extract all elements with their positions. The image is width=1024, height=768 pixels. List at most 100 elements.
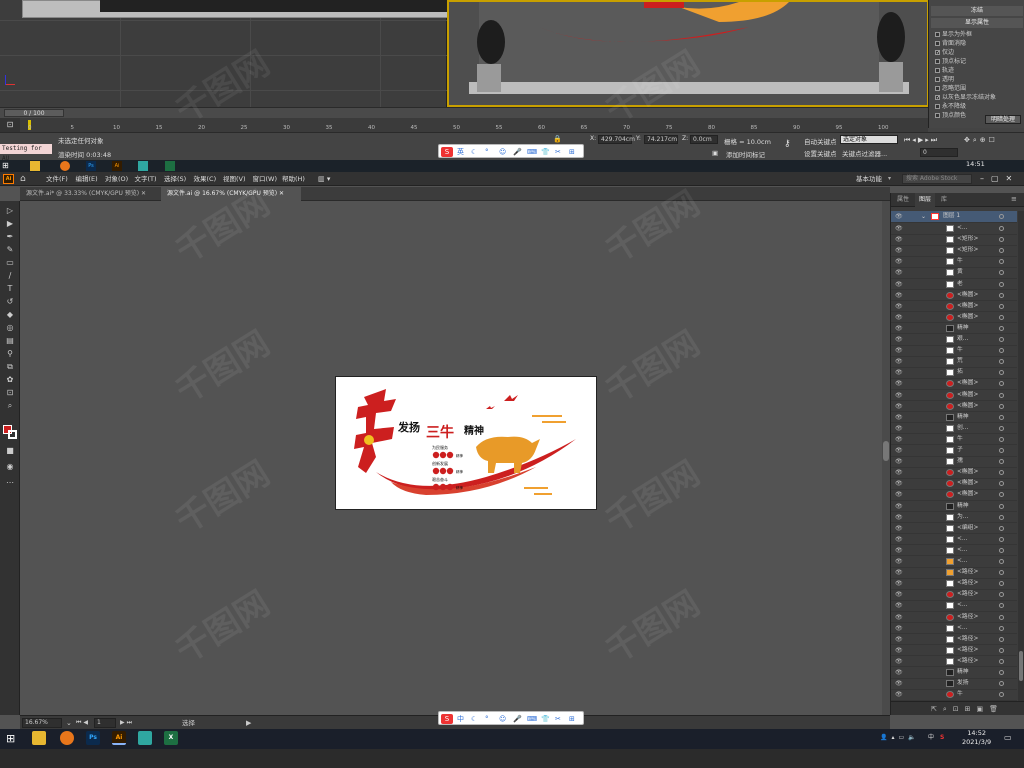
layer-row[interactable]: 👁 <椭圆> (891, 467, 1017, 479)
layer-target-icon[interactable] (999, 559, 1004, 564)
skin-icon[interactable]: 👕 (541, 147, 550, 157)
layer-target-icon[interactable] (999, 348, 1004, 354)
layer-row[interactable]: 👁 <椭圆> (891, 489, 1017, 501)
layer-row[interactable]: 👁 牛 (891, 345, 1017, 357)
browser-icon[interactable] (60, 161, 70, 171)
arrange-docs-icon[interactable]: ▥ ▾ (318, 172, 330, 186)
layer-row[interactable]: 👁 发扬 (891, 678, 1017, 690)
visibility-eye-icon[interactable]: 👁 (895, 290, 903, 301)
layer-target-icon[interactable] (999, 392, 1004, 398)
visibility-eye-icon[interactable]: 👁 (895, 456, 903, 467)
rotate-tool-icon[interactable]: ↺ (4, 296, 16, 307)
warp-tool-icon[interactable]: ◎ (4, 322, 16, 333)
layer-row[interactable]: 👁 <椭圆> (891, 401, 1017, 413)
layer-row[interactable]: 👁 创... (891, 423, 1017, 435)
layer-row[interactable]: 👁 精神 (891, 412, 1017, 424)
gradient-tool-icon[interactable]: ▤ (4, 335, 16, 346)
visibility-eye-icon[interactable]: 👁 (895, 667, 903, 678)
windows-start-icon-bottom[interactable]: ⊞ (6, 732, 15, 746)
draw-mode-icon[interactable]: ◉ (4, 461, 16, 472)
sogou-icon[interactable]: S (441, 147, 453, 157)
maxscript-listener[interactable]: Testing for AU (0, 144, 52, 162)
layer-target-icon[interactable] (999, 359, 1004, 365)
max-viewport-perspective[interactable] (447, 0, 929, 107)
visibility-eye-icon[interactable]: 👁 (895, 467, 903, 478)
moon-icon-bottom[interactable]: ☾ (471, 714, 477, 724)
coord-z-field[interactable]: 0.0cm (690, 135, 718, 144)
rectangle-tool-icon[interactable]: ▭ (4, 257, 16, 268)
layer-target-icon[interactable] (999, 603, 1004, 609)
layer-target-icon[interactable] (999, 414, 1004, 420)
visibility-eye-icon[interactable]: 👁 (895, 345, 903, 356)
layer-target-icon[interactable] (999, 448, 1004, 453)
visibility-eye-icon[interactable]: 👁 (895, 578, 903, 589)
visibility-eye-icon[interactable]: 👁 (895, 267, 903, 278)
tab-layers[interactable]: 图层 (915, 193, 936, 207)
layer-row[interactable]: 👁 <椭圆> (891, 312, 1017, 324)
layer-target-icon[interactable] (999, 503, 1004, 509)
layer-row[interactable]: 👁 子 (891, 445, 1017, 457)
photoshop-icon-bottom[interactable]: Ps (86, 731, 100, 745)
notification-icon[interactable]: ▭ (1004, 729, 1012, 747)
layer-row[interactable]: 👁 <路径> (891, 578, 1017, 590)
checkbox[interactable]: ✓ (935, 95, 940, 101)
artboard-next-icons[interactable]: ▶⏭ (120, 716, 134, 730)
checkbox[interactable] (935, 77, 940, 82)
visibility-eye-icon[interactable]: 👁 (895, 445, 903, 456)
playback-controls[interactable]: ⏮◂▶▸⏭ (904, 136, 939, 145)
windows-start-icon[interactable]: ⊞ (2, 161, 12, 171)
layer-target-icon[interactable] (999, 692, 1004, 698)
menu-item[interactable]: 选择(S) (164, 172, 186, 186)
layer-row[interactable]: 👁 <路径> (891, 589, 1017, 601)
visibility-eye-icon[interactable]: 👁 (895, 656, 903, 667)
scissors-icon[interactable]: ✂ (555, 147, 561, 157)
moon-icon[interactable]: ☾ (471, 147, 477, 157)
home-icon[interactable]: ⌂ (20, 172, 26, 186)
layer-target-icon[interactable] (999, 481, 1004, 487)
direct-selection-icon[interactable]: ▶ (4, 218, 16, 229)
display-prop-item[interactable]: ✓ 仅边 (935, 48, 954, 57)
ime-lang-bottom[interactable]: 中 (457, 714, 464, 724)
max-viewport-left[interactable] (0, 0, 632, 107)
layer-target-icon[interactable] (999, 514, 1004, 520)
layer-target-icon[interactable] (999, 325, 1004, 331)
tab-doc-2[interactable]: 源文件.ai @ 16.67% (CMYK/GPU 预览) ✕ (161, 187, 301, 201)
type-tool-icon[interactable]: T (4, 283, 16, 294)
scissors-icon-bottom[interactable]: ✂ (555, 714, 561, 724)
layer-row[interactable]: 👁 <... (891, 223, 1017, 235)
layer-row[interactable]: 👁 孺 (891, 456, 1017, 468)
visibility-eye-icon[interactable]: 👁 (895, 301, 903, 312)
visibility-eye-icon[interactable]: 👁 (895, 567, 903, 578)
layer-target-icon[interactable] (999, 314, 1004, 320)
layer-target-icon[interactable] (999, 658, 1004, 664)
visibility-eye-icon[interactable]: 👁 (895, 412, 903, 423)
menu-item[interactable]: 帮助(H) (282, 172, 305, 186)
freeze-rollout[interactable]: 冻结 (931, 6, 1023, 16)
layer-target-icon[interactable] (999, 681, 1004, 687)
layers-scrollbar[interactable] (1018, 211, 1024, 701)
layer-target-icon[interactable] (999, 381, 1004, 387)
checkbox[interactable]: ✓ (935, 50, 940, 56)
tab-libraries[interactable]: 库 (937, 193, 951, 207)
more-tools-icon[interactable]: ⋯ (4, 477, 16, 488)
key-mode-dropdown[interactable]: 选定对象 (840, 135, 898, 144)
visibility-eye-icon[interactable]: 👁 (895, 534, 903, 545)
visibility-eye-icon[interactable]: 👁 (895, 312, 903, 323)
layer-target-icon[interactable] (999, 226, 1004, 231)
visibility-eye-icon[interactable]: 👁 (895, 556, 903, 567)
visibility-eye-icon[interactable]: 👁 (895, 645, 903, 656)
layers-footer-actions[interactable]: ⇱⌕⊡⊞▣🗑 (891, 701, 1024, 715)
illustrator-icon-bottom[interactable]: Ai (112, 731, 126, 745)
curvature-tool-icon[interactable]: ✎ (4, 244, 16, 255)
layer-row[interactable]: 👁 <椭圆> (891, 301, 1017, 313)
visibility-eye-icon[interactable]: 👁 (895, 390, 903, 401)
display-prop-item[interactable]: 显示为外框 (935, 30, 972, 39)
frame-counter[interactable]: 0 / 100 (4, 109, 64, 117)
photoshop-icon[interactable]: Ps (86, 161, 96, 171)
visibility-eye-icon[interactable]: 👁 (895, 401, 903, 412)
system-tray-icons[interactable]: 👤▴▭🔈 (880, 729, 920, 747)
visibility-eye-icon[interactable]: 👁 (895, 634, 903, 645)
layer-row[interactable]: 👁 <... (891, 556, 1017, 568)
visibility-eye-icon[interactable]: 👁 (895, 434, 903, 445)
ime-punct-bottom[interactable]: ° (485, 714, 489, 724)
